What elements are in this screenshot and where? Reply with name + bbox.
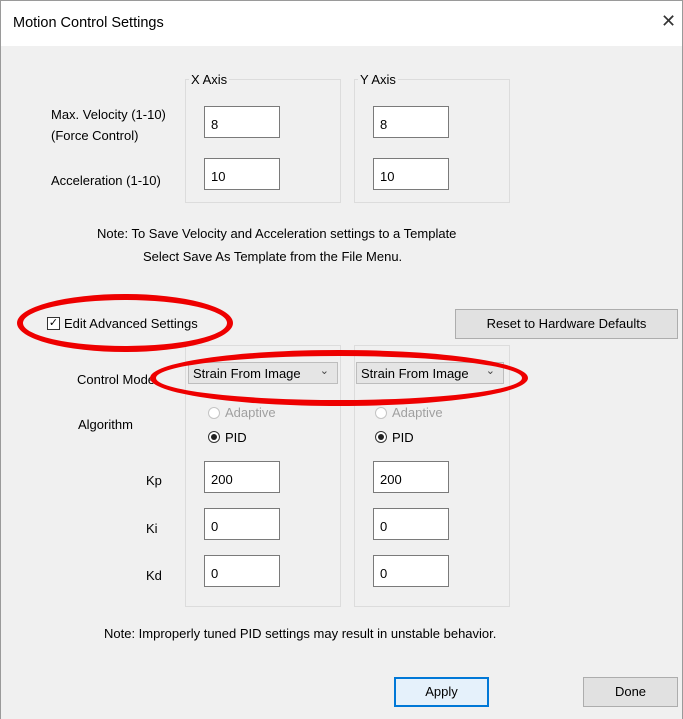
edit-advanced-checkbox[interactable]: ✓ Edit Advanced Settings (47, 315, 212, 333)
apply-button-label: Apply (425, 684, 458, 699)
radio-icon (375, 407, 387, 419)
acceleration-label: Acceleration (1-10) (51, 173, 161, 188)
y-kp-field[interactable] (373, 461, 449, 493)
y-acceleration-field[interactable] (373, 158, 449, 190)
chevron-down-icon: ⌄ (319, 365, 329, 377)
y-max-velocity-field[interactable] (373, 106, 449, 138)
x-axis-title: X Axis (189, 72, 230, 87)
pid-label: PID (225, 430, 247, 445)
x-algorithm-pid-radio[interactable]: PID (208, 429, 308, 445)
done-button-label: Done (614, 684, 647, 699)
x-kd-field[interactable] (204, 555, 280, 587)
y-control-mode-value: Strain From Image (361, 366, 469, 381)
title-bar: Motion Control Settings ✕ (0, 0, 683, 46)
y-axis-title: Y Axis (358, 72, 398, 87)
chevron-down-icon: ⌄ (485, 365, 495, 377)
radio-selected-icon (375, 431, 387, 443)
pid-warning-note: Note: Improperly tuned PID settings may … (104, 626, 497, 641)
adaptive-label: Adaptive (225, 405, 276, 420)
pid-label: PID (392, 430, 414, 445)
y-ki-field[interactable] (373, 508, 449, 540)
x-max-velocity-field[interactable] (204, 106, 280, 138)
radio-icon (208, 407, 220, 419)
check-icon: ✓ (47, 317, 60, 330)
max-velocity-label: Max. Velocity (1-10) (51, 107, 166, 122)
save-note-line2: Select Save As Template from the File Me… (143, 249, 403, 264)
edit-advanced-label: Edit Advanced Settings (64, 316, 198, 331)
done-button[interactable]: Done (583, 677, 678, 707)
reset-button-label: Reset to Hardware Defaults (486, 316, 647, 331)
x-acceleration-field[interactable] (204, 158, 280, 190)
control-mode-label: Control Mode (77, 372, 156, 387)
x-control-mode-value: Strain From Image (193, 366, 301, 381)
close-icon[interactable]: ✕ (661, 11, 676, 31)
force-control-label: (Force Control) (51, 128, 139, 143)
reset-hardware-defaults-button[interactable]: Reset to Hardware Defaults (455, 309, 678, 339)
x-algorithm-adaptive-radio[interactable]: Adaptive (208, 405, 308, 421)
window-title: Motion Control Settings (13, 15, 164, 31)
y-algorithm-adaptive-radio[interactable]: Adaptive (375, 405, 475, 421)
adaptive-label: Adaptive (392, 405, 443, 420)
x-control-mode-select[interactable]: Strain From Image ⌄ (188, 362, 338, 384)
x-ki-field[interactable] (204, 508, 280, 540)
y-control-mode-select[interactable]: Strain From Image ⌄ (356, 362, 504, 384)
y-kd-field[interactable] (373, 555, 449, 587)
save-note-line1: Note: To Save Velocity and Acceleration … (97, 226, 457, 241)
radio-selected-icon (208, 431, 220, 443)
kd-label: Kd (146, 568, 162, 583)
ki-label: Ki (146, 521, 158, 536)
x-kp-field[interactable] (204, 461, 280, 493)
apply-button[interactable]: Apply (394, 677, 489, 707)
kp-label: Kp (146, 473, 162, 488)
algorithm-label: Algorithm (78, 417, 133, 432)
y-algorithm-pid-radio[interactable]: PID (375, 429, 475, 445)
